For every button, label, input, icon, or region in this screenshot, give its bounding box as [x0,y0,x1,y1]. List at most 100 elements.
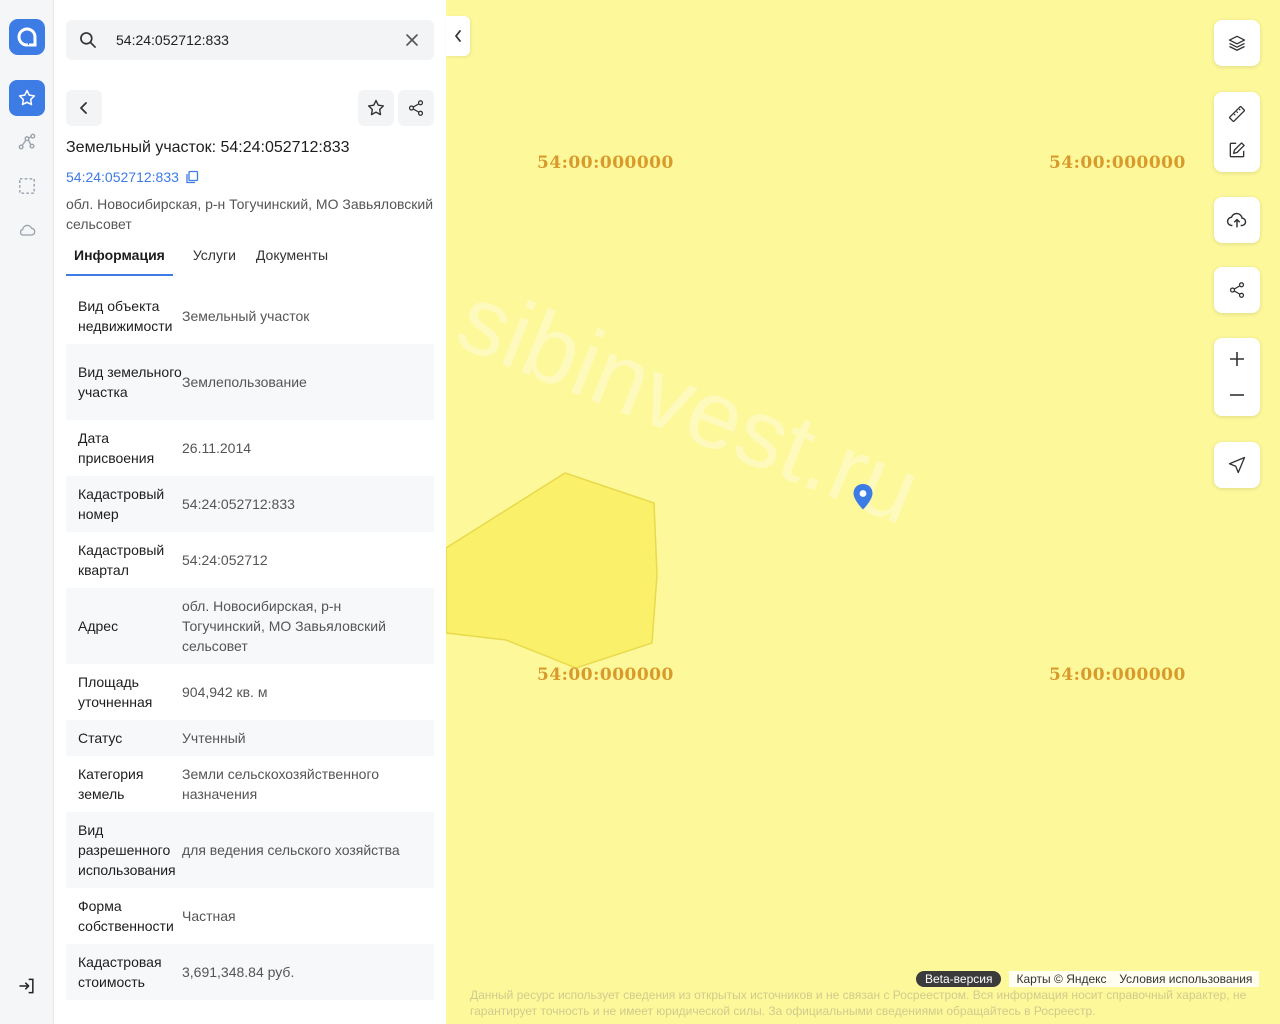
table-row: Вид земельного участка Землепользование [66,344,434,420]
row-value: Учтенный [182,730,246,746]
tab-information[interactable]: Информация [66,240,173,276]
edit-button[interactable] [1214,132,1260,168]
chevron-left-icon [455,30,461,42]
row-value: Частная [182,908,236,924]
table-row: Кадастровый квартал 54:24:052712 [66,532,434,588]
row-value: 26.11.2014 [182,440,252,456]
locate-icon [1228,456,1246,474]
land-parcel-polygon[interactable] [446,472,658,669]
back-icon [80,102,87,114]
layers-button[interactable] [1214,25,1260,61]
disclaimer-text: Данный ресурс использует сведения из отк… [470,988,1247,1018]
row-key: Адрес [78,618,119,634]
zoom-out-button[interactable] [1214,377,1260,413]
route-icon [18,133,36,150]
row-value: 54:24:052712 [182,552,268,568]
row-key: Вид разрешенного использования [78,822,176,878]
zoom-control [1214,338,1260,416]
app-logo-icon[interactable] [9,19,45,55]
measure-draw-control [1214,92,1260,172]
row-value: Земли сельскохозяйственного назначения [182,766,380,802]
info-table: Вид объекта недвижимости Земельный участ… [66,288,434,1000]
upload-button[interactable] [1214,202,1260,238]
route-nav-button[interactable] [9,124,45,160]
maps-credit-text[interactable]: Карты © Яндекс [1016,972,1106,986]
search-input[interactable]: 54:24:052712:833 [116,32,400,48]
row-value: Земельный участок [182,308,310,324]
row-key: Вид земельного участка [78,364,182,400]
info-tabs: Информация Услуги Документы [66,240,434,276]
row-value: обл. Новосибирская, р-н Тогучинский, МО … [182,598,386,654]
map-canvas[interactable]: sibinvest.ru 54:00:000000 54:00:000000 5… [446,0,1280,1024]
tab-services[interactable]: Услуги [183,240,246,276]
row-key: Вид объекта недвижимости [78,298,173,334]
map-pin-icon[interactable] [851,483,875,511]
zoom-in-button[interactable] [1214,341,1260,377]
favorites-nav-button[interactable] [9,80,45,116]
table-row: Дата присвоения 26.11.2014 [66,420,434,476]
row-value: Землепользование [182,374,307,390]
search-bar[interactable]: 54:24:052712:833 [66,20,434,60]
star-icon [367,99,385,116]
zoom-in-icon [1230,352,1244,366]
table-row: Кадастровый номер 54:24:052712:833 [66,476,434,532]
table-row: Площадь уточненная 904,942 кв. м [66,664,434,720]
logout-icon [19,978,34,994]
ruler-icon [1229,106,1245,122]
upload-icon [1226,212,1247,228]
table-row: Кадастровая стоимость 3,691,348.84 руб. [66,944,434,1000]
cloud-nav-button[interactable] [9,212,45,248]
back-button[interactable] [66,90,102,126]
upload-control [1214,197,1260,243]
locate-control [1214,442,1260,488]
favorite-button[interactable] [358,90,394,126]
row-key: Статус [78,730,123,746]
map-attribution: Beta-версия Карты © Яндекс Условия испол… [916,971,1260,987]
share-icon [1229,282,1245,298]
row-key: Форма собственности [78,898,174,934]
row-key: Площадь уточненная [78,674,153,710]
left-rail [0,0,54,1024]
table-row: Форма собственности Частная [66,888,434,944]
table-row: Категория земель Земли сельскохозяйствен… [66,756,434,812]
row-key: Категория земель [78,766,144,802]
layers-icon [1228,35,1246,51]
object-title: Земельный участок: 54:24:052712:833 [66,139,350,156]
row-key: Кадастровый квартал [78,542,165,578]
collapse-panel-button[interactable] [446,16,470,56]
select-area-icon [19,178,35,194]
row-key: Кадастровая стоимость [78,954,162,990]
cadastral-number-link[interactable]: 54:24:052712:833 [66,169,199,185]
close-icon[interactable] [400,28,424,52]
star-icon [18,89,36,106]
row-value: 54:24:052712:833 [182,496,295,512]
share-button[interactable] [398,90,434,126]
tab-documents[interactable]: Документы [246,240,338,276]
object-address: обл. Новосибирская, р-н Тогучинский, МО … [66,196,434,232]
map-share-control [1214,267,1260,313]
row-value: 904,942 кв. м [182,684,268,700]
cadastral-number-text[interactable]: 54:24:052712:833 [66,169,179,185]
row-key: Кадастровый номер [78,486,165,522]
table-row: Статус Учтенный [66,720,434,756]
search-icon[interactable] [76,28,100,52]
edit-icon [1229,142,1245,158]
quarter-label: 54:00:000000 [1049,665,1186,685]
ruler-button[interactable] [1214,96,1260,132]
zoom-out-icon [1230,394,1244,396]
share-icon [408,100,424,116]
table-row: Адрес обл. Новосибирская, р-н Тогучински… [66,588,434,664]
terms-link[interactable]: Условия использования [1119,972,1252,986]
locate-button[interactable] [1214,447,1260,483]
quarter-label: 54:00:000000 [1049,153,1186,173]
logout-button[interactable] [9,968,45,1004]
quarter-label: 54:00:000000 [537,665,674,685]
layers-control [1214,20,1260,66]
table-row: Вид разрешенного использования для веден… [66,812,434,888]
beta-badge: Beta-версия [916,971,1002,987]
maps-credit: Карты © Яндекс Условия использования [1009,971,1260,987]
row-value: для ведения сельского хозяйства [182,842,400,858]
select-area-nav-button[interactable] [9,168,45,204]
map-share-button[interactable] [1214,272,1260,308]
copy-icon[interactable] [185,170,199,184]
